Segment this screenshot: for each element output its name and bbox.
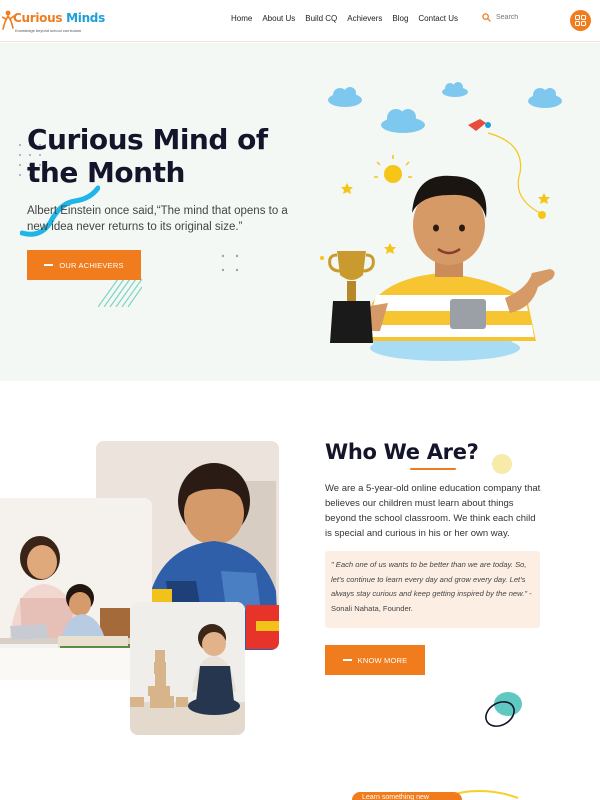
- founder-quote-text: " Each one of us wants to be better than…: [331, 560, 528, 599]
- nav-contact-us[interactable]: Contact Us: [413, 14, 463, 23]
- trophy-icon: [328, 251, 375, 343]
- nav-build-cq[interactable]: Build CQ: [300, 14, 342, 23]
- search-icon[interactable]: [482, 13, 491, 22]
- learn-something-new-banner: Learn something new: [352, 792, 462, 800]
- swirl-decoration-icon: [485, 692, 522, 727]
- dash-icon: [44, 264, 54, 266]
- our-achievers-button[interactable]: OUR ACHIEVERS: [27, 250, 141, 280]
- nav-about-us[interactable]: About Us: [257, 14, 300, 23]
- dots-decoration-icon: [221, 254, 239, 272]
- dash-icon: [342, 659, 352, 661]
- founder-quote: " Each one of us wants to be better than…: [331, 558, 534, 616]
- logo-tagline: Knowledge beyond school curriculum: [15, 28, 82, 33]
- main-nav: Home About Us Build CQ Achievers Blog Co…: [226, 14, 463, 23]
- toddler-blocks-image: [130, 602, 245, 735]
- founder-quote-box: " Each one of us wants to be better than…: [325, 551, 540, 628]
- hero-title: Curious Mind of the Month: [27, 123, 268, 189]
- nav-blog[interactable]: Blog: [387, 14, 413, 23]
- who-we-are-description: We are a 5-year-old online education com…: [325, 483, 541, 539]
- photo-toddler-wooden-blocks: [130, 602, 245, 735]
- hero-quote: Albert Einstein once said,“The mind that…: [27, 205, 288, 233]
- who-we-are-title: Who We Are?: [325, 440, 479, 464]
- site-header: Curious Minds Knowledge beyond school cu…: [0, 0, 600, 42]
- grid-menu-button[interactable]: [570, 10, 591, 31]
- know-more-label: KNOW MORE: [357, 655, 408, 665]
- title-underline: [410, 468, 456, 470]
- search-bar: [482, 13, 556, 22]
- our-achievers-label: OUR ACHIEVERS: [59, 260, 124, 270]
- yellow-dot-decoration-icon: [492, 454, 512, 474]
- hero-illustration: [320, 82, 562, 361]
- logo-wordmark: Curious Minds: [13, 11, 105, 25]
- nav-achievers[interactable]: Achievers: [342, 14, 387, 23]
- nav-home[interactable]: Home: [226, 14, 257, 23]
- grid-menu-icon: [575, 15, 586, 26]
- search-input[interactable]: [496, 14, 556, 21]
- know-more-button[interactable]: KNOW MORE: [325, 645, 425, 675]
- cloud-icon: [328, 82, 562, 133]
- stripes-decoration-icon: [98, 279, 142, 307]
- hero-section: Curious Mind of the Month Albert Einstei…: [0, 43, 600, 381]
- rocket-icon: [468, 119, 491, 131]
- logo[interactable]: Curious Minds Knowledge beyond school cu…: [2, 8, 105, 36]
